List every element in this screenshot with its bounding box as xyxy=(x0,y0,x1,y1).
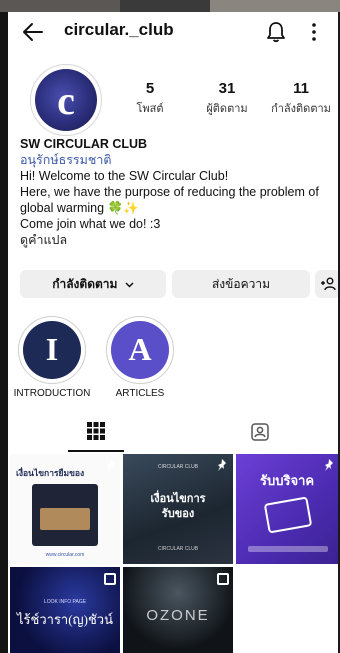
post-tile-5[interactable]: OZONE xyxy=(123,567,233,653)
following-button[interactable]: กำลังติดตาม xyxy=(20,270,166,298)
grid-icon xyxy=(87,422,105,440)
bio-line-2: Here, we have the purpose of reducing th… xyxy=(20,185,319,215)
post-1-caption: www.circular.com xyxy=(45,552,85,558)
highlight-letter-i: I xyxy=(45,331,59,367)
tab-posts-grid[interactable] xyxy=(68,416,124,452)
profile-screen: circular._club c 5 โพสต์ 31 ผู้ติดตาม 11… xyxy=(8,12,338,653)
tagged-icon[interactable] xyxy=(250,422,270,442)
followers-label: ผู้ติดตาม xyxy=(206,102,248,115)
category-label: อนุรักษ์ธรรมชาติ xyxy=(20,153,112,167)
display-name: SW CIRCULAR CLUB xyxy=(20,137,148,151)
followers-count: 31 xyxy=(218,80,236,97)
add-person-button[interactable] xyxy=(315,270,338,298)
highlight-introduction[interactable]: I xyxy=(18,316,86,384)
see-translation-link[interactable]: ดูคำแปล xyxy=(20,232,332,248)
bell-icon[interactable] xyxy=(266,21,286,43)
pin-icon xyxy=(218,459,226,471)
pin-icon xyxy=(325,459,333,471)
username-title[interactable]: circular._club xyxy=(64,20,174,40)
profile-tabs xyxy=(8,416,338,452)
post-4-title: ไร้ช์วารา(ญ)ชัวน์ xyxy=(17,612,113,627)
following-count: 11 xyxy=(293,80,309,97)
highlight-letter-a: A xyxy=(128,331,152,367)
stat-posts[interactable]: 5 โพสต์ xyxy=(120,80,180,117)
top-image-strip xyxy=(0,0,340,12)
post-3-footnote xyxy=(248,546,328,552)
chevron-down-icon xyxy=(125,282,134,288)
highlight-label-introduction: INTRODUCTION xyxy=(13,388,91,399)
message-button-label: ส่งข้อความ xyxy=(211,277,270,291)
posts-count: 5 xyxy=(145,80,155,97)
carousel-icon xyxy=(104,573,116,585)
post-3-title: รับบริจาค xyxy=(260,473,315,488)
post-2-caption: CIRCULAR CLUB xyxy=(157,546,199,552)
highlight-label-articles: ARTICLES xyxy=(115,388,165,399)
left-edge xyxy=(0,12,8,653)
back-arrow-icon[interactable] xyxy=(22,22,44,42)
header: circular._club xyxy=(8,12,338,52)
avatar-letter: c xyxy=(57,78,75,123)
bio-line-1: Hi! Welcome to the SW Circular Club! xyxy=(20,169,229,183)
post-3-graphic xyxy=(263,496,313,534)
pin-icon xyxy=(107,459,115,471)
message-button[interactable]: ส่งข้อความ xyxy=(172,270,310,298)
post-tile-1[interactable]: เงื่อนไขการยืมของ www.circular.com xyxy=(10,454,120,564)
stat-following[interactable]: 11 กำลังติดตาม xyxy=(264,80,338,117)
post-tile-2[interactable]: CIRCULAR CLUB เงื่อนไขการ รับของ CIRCULA… xyxy=(123,454,233,564)
active-tab-indicator xyxy=(68,450,124,452)
add-person-icon xyxy=(321,277,336,291)
post-1-book xyxy=(40,508,90,530)
profile-avatar[interactable]: c xyxy=(30,64,102,136)
post-1-title: เงื่อนไขการยืมของ xyxy=(16,468,85,478)
stat-followers[interactable]: 31 ผู้ติดตาม xyxy=(192,80,262,117)
following-label: กำลังติดตาม xyxy=(271,102,331,115)
post-tile-4[interactable]: LOOK INFO PAGE ไร้ช์วารา(ญ)ชัวน์ xyxy=(10,567,120,653)
post-4-caption: LOOK INFO PAGE xyxy=(43,599,87,605)
bio-line-3: Come join what we do! :3 xyxy=(20,217,161,231)
post-tile-3[interactable]: รับบริจาค xyxy=(236,454,338,564)
highlight-articles[interactable]: A xyxy=(106,316,174,384)
posts-label: โพสต์ xyxy=(136,102,164,115)
post-5-title: OZONE xyxy=(146,607,210,624)
carousel-icon xyxy=(217,573,229,585)
bio: SW CIRCULAR CLUB อนุรักษ์ธรรมชาติ Hi! We… xyxy=(20,136,332,248)
more-vertical-icon[interactable] xyxy=(311,22,317,42)
post-2-title: เงื่อนไขการ รับของ xyxy=(150,493,206,520)
following-button-label: กำลังติดตาม xyxy=(52,277,118,291)
